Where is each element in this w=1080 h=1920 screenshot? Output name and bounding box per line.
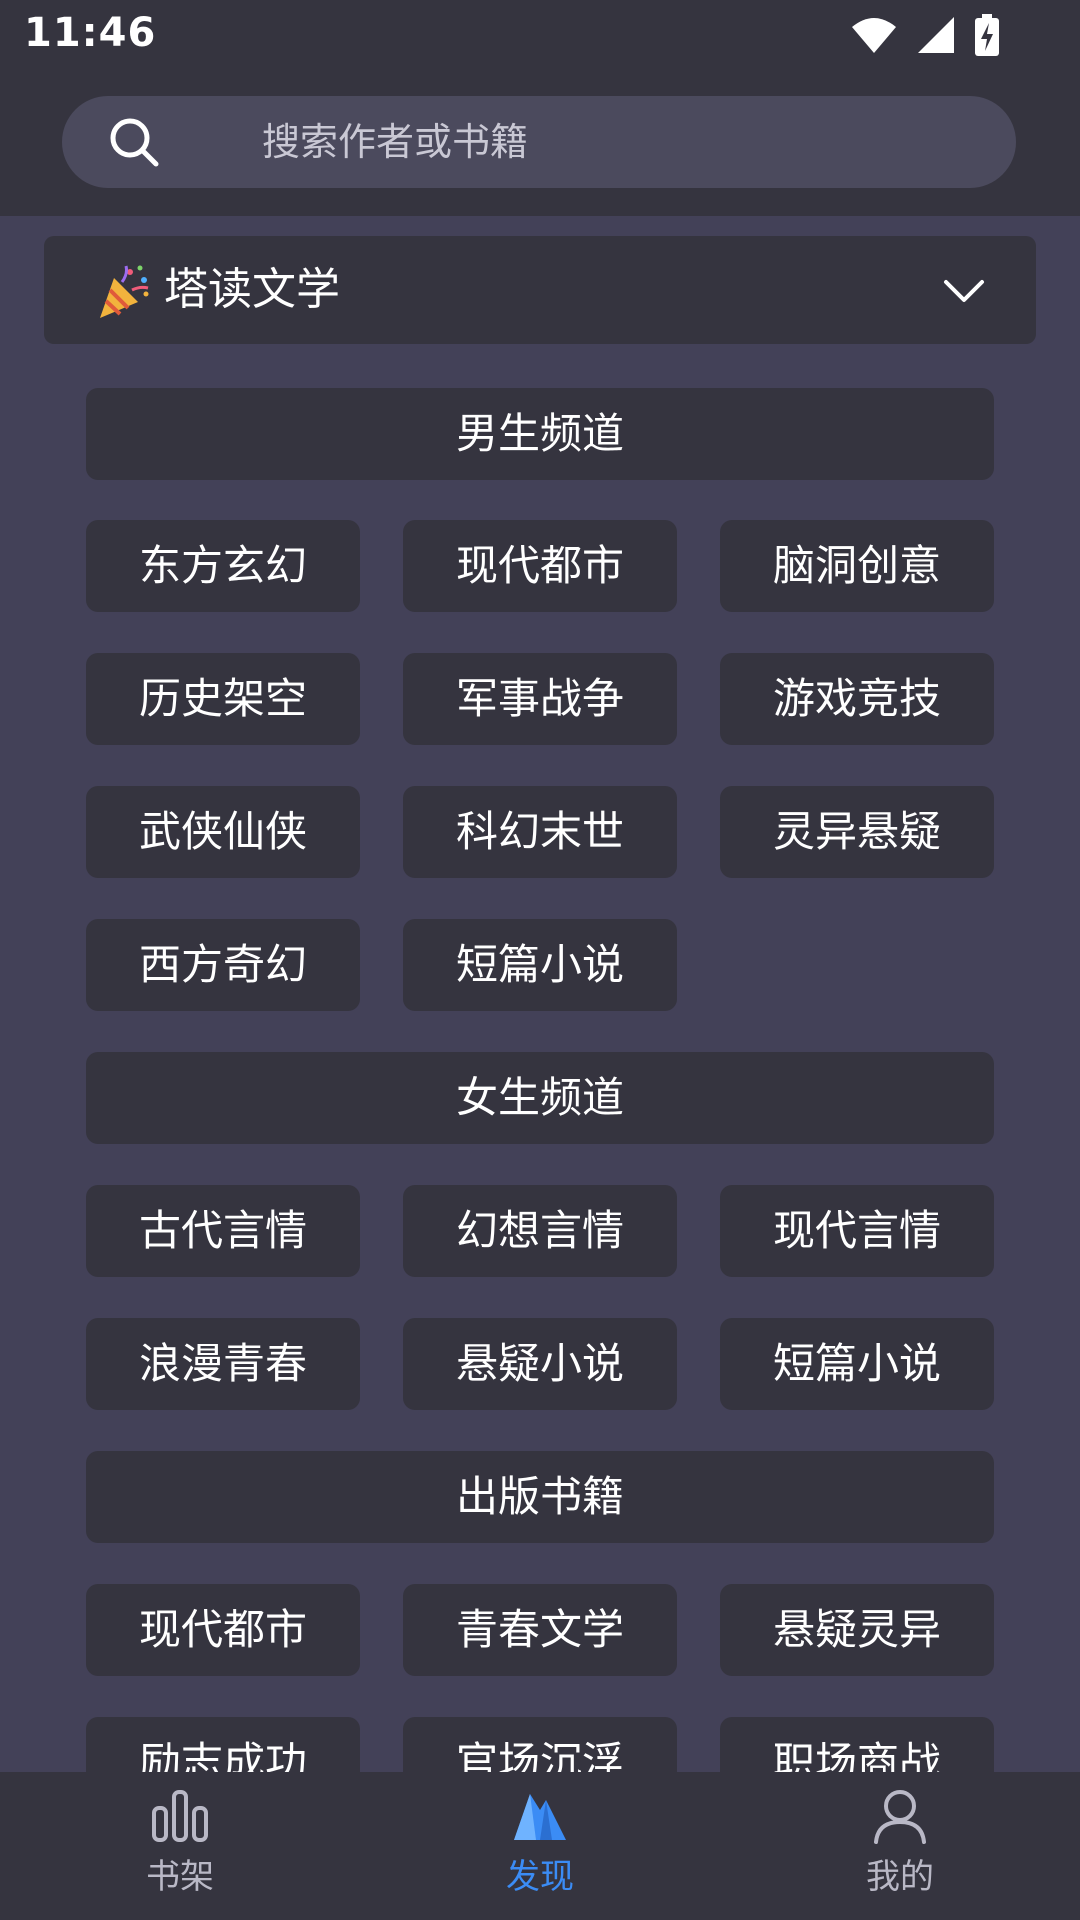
nav-label: 发现 [506,1857,574,1897]
search-input[interactable] [198,96,978,188]
status-bar: 11:46 [0,0,1080,72]
category-chip[interactable]: 脑洞创意 [720,520,994,612]
nav-item-bookshelf[interactable]: 书架 [0,1772,360,1920]
discover-icon [514,1794,566,1840]
section-header-published[interactable]: 出版书籍 [86,1451,994,1543]
category-chip[interactable]: 励志成功 [86,1717,360,1772]
category-chip[interactable]: 西方奇幻 [86,919,360,1011]
status-icons [850,14,1000,56]
nav-label: 书架 [146,1857,214,1897]
category-chip[interactable]: 古代言情 [86,1185,360,1277]
category-chip[interactable]: 短篇小说 [403,919,677,1011]
wifi-icon [852,18,896,53]
category-chip[interactable]: 浪漫青春 [86,1318,360,1410]
search-bar[interactable] [62,96,1016,188]
bottom-nav: 书架 发现 我的 [0,1772,1080,1920]
category-chip[interactable]: 幻想言情 [403,1185,677,1277]
category-chip[interactable]: 军事战争 [403,653,677,745]
category-chip[interactable]: 灵异悬疑 [720,786,994,878]
section-header-female[interactable]: 女生频道 [86,1052,994,1144]
category-chip[interactable]: 现代言情 [720,1185,994,1277]
signal-icon [918,17,954,53]
category-chip[interactable]: 历史架空 [86,653,360,745]
status-time: 11:46 [24,10,157,56]
nav-item-profile[interactable]: 我的 [720,1772,1080,1920]
category-chip[interactable]: 东方玄幻 [86,520,360,612]
category-list[interactable]: 男生频道 东方玄幻 现代都市 脑洞创意 历史架空 军事战争 游戏竞技 武侠仙侠 … [0,344,1080,1772]
source-label: 塔读文学 [164,264,340,315]
category-chip[interactable]: 职场商战 [720,1717,994,1772]
category-chip[interactable]: 现代都市 [86,1584,360,1676]
party-popper-icon [100,265,149,318]
profile-icon [874,1790,926,1844]
battery-icon [975,14,999,56]
source-selector[interactable]: 塔读文学 [44,236,1036,344]
category-chip[interactable]: 科幻末世 [403,786,677,878]
category-chip[interactable]: 现代都市 [403,520,677,612]
category-chip[interactable]: 悬疑小说 [403,1318,677,1410]
chevron-down-icon[interactable] [942,270,986,314]
search-icon [110,118,159,167]
section-header-male[interactable]: 男生频道 [86,388,994,480]
category-chip[interactable]: 武侠仙侠 [86,786,360,878]
nav-item-discover[interactable]: 发现 [360,1772,720,1920]
category-chip[interactable]: 短篇小说 [720,1318,994,1410]
category-chip[interactable]: 青春文学 [403,1584,677,1676]
category-chip[interactable]: 悬疑灵异 [720,1584,994,1676]
header: 11:46 [0,0,1080,216]
nav-label: 我的 [866,1857,934,1897]
category-chip[interactable]: 官场沉浮 [403,1717,677,1772]
category-chip[interactable]: 游戏竞技 [720,653,994,745]
bookshelf-icon [152,1790,208,1842]
